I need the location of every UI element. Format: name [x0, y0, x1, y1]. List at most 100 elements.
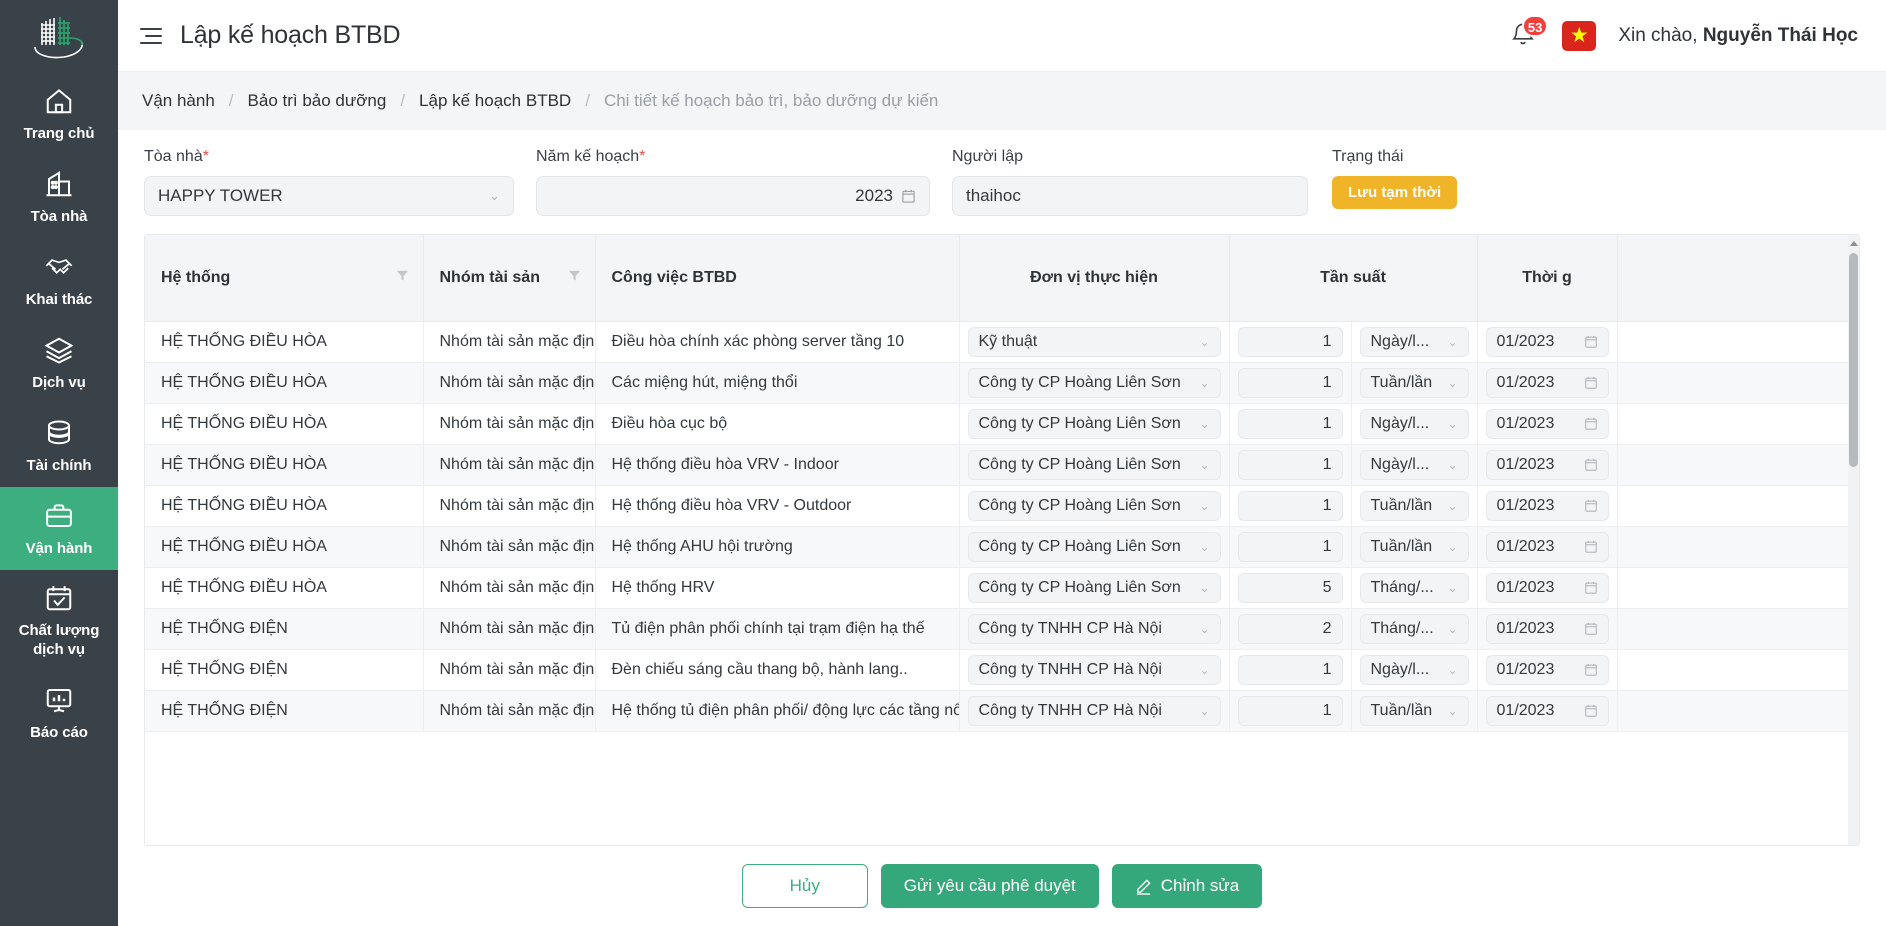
unit-select[interactable]: Công ty CP Hoàng Liên Sơn ⌄ — [967, 367, 1221, 398]
cell-spacer — [1617, 321, 1859, 363]
year-picker[interactable]: 2023 — [536, 176, 930, 216]
col-header-nhom-tai-san[interactable]: Nhóm tài sản — [423, 235, 596, 322]
cell-freq-number: 5 — [1229, 567, 1352, 609]
cell-spacer — [1617, 403, 1859, 445]
submit-approval-button[interactable]: Gửi yêu cầu phê duyệt — [880, 864, 1099, 908]
scroll-up-arrow-icon[interactable] — [1850, 241, 1858, 246]
sidebar-item-chat-luong-dich-vu[interactable]: Chất lượng dịch vụ — [0, 570, 118, 671]
building-logo-icon — [34, 17, 84, 59]
col-header-cong-viec-btbd: Công việc BTBD — [595, 235, 960, 322]
cell-freq-number: 1 — [1229, 362, 1352, 404]
cell-freq-number: 1 — [1229, 649, 1352, 691]
frequency-number-input[interactable]: 1 — [1237, 654, 1343, 685]
unit-select[interactable]: Công ty TNHH CP Hà Nội ⌄ — [967, 654, 1221, 685]
time-picker[interactable]: 01/2023 — [1485, 408, 1609, 439]
language-flag-button[interactable]: ★ — [1562, 20, 1597, 51]
unit-select[interactable]: Công ty CP Hoàng Liên Sơn ⌄ — [967, 490, 1221, 521]
filter-icon[interactable] — [568, 269, 581, 287]
cell-time: 01/2023 — [1477, 690, 1618, 732]
sidebar-item-dich-vu[interactable]: Dịch vụ — [0, 321, 118, 404]
cell-unit: Công ty CP Hoàng Liên Sơn ⌄ — [959, 485, 1230, 527]
time-picker[interactable]: 01/2023 — [1485, 654, 1609, 685]
frequency-number-input[interactable]: 2 — [1237, 613, 1343, 644]
time-picker[interactable]: 01/2023 — [1485, 367, 1609, 398]
frequency-unit-select[interactable]: Tuần/lần ⌄ — [1359, 531, 1469, 562]
frequency-number-input[interactable]: 5 — [1237, 572, 1343, 603]
cell-time: 01/2023 — [1477, 485, 1618, 527]
unit-value: Công ty CP Hoàng Liên Sơn — [978, 455, 1181, 473]
chevron-down-icon: ⌄ — [1199, 580, 1210, 595]
unit-select[interactable]: Công ty CP Hoàng Liên Sơn ⌄ — [967, 572, 1221, 603]
required-mark: * — [639, 148, 646, 165]
sidebar-item-bao-cao[interactable]: Báo cáo — [0, 671, 118, 754]
user-greeting[interactable]: Xin chào, Nguyễn Thái Học — [1618, 25, 1858, 47]
frequency-number-input[interactable]: 1 — [1237, 408, 1343, 439]
unit-select[interactable]: Công ty TNHH CP Hà Nội ⌄ — [967, 613, 1221, 644]
frequency-number-input[interactable]: 1 — [1237, 490, 1343, 521]
frequency-unit-select[interactable]: Ngày/l... ⌄ — [1359, 654, 1469, 685]
cell-unit: Công ty CP Hoàng Liên Sơn ⌄ — [959, 444, 1230, 486]
calendar-check-icon — [44, 583, 74, 613]
frequency-number-input[interactable]: 1 — [1237, 367, 1343, 398]
breadcrumb-item-3: Chi tiết kế hoạch bảo trì, bảo dưỡng dự … — [603, 91, 939, 110]
app-logo[interactable] — [0, 0, 118, 72]
breadcrumb-item-0[interactable]: Vận hành — [142, 91, 215, 111]
time-picker[interactable]: 01/2023 — [1485, 572, 1609, 603]
frequency-unit-select[interactable]: Tuần/lần ⌄ — [1359, 490, 1469, 521]
time-picker[interactable]: 01/2023 — [1485, 695, 1609, 726]
status-badge[interactable]: Lưu tạm thời — [1332, 176, 1458, 209]
frequency-number-input[interactable]: 1 — [1237, 326, 1343, 357]
unit-select[interactable]: Công ty CP Hoàng Liên Sơn ⌄ — [967, 531, 1221, 562]
cell-freq-unit: Tuần/lần ⌄ — [1351, 690, 1478, 732]
time-picker[interactable]: 01/2023 — [1485, 613, 1609, 644]
time-picker[interactable]: 01/2023 — [1485, 449, 1609, 480]
frequency-unit-select[interactable]: Ngày/l... ⌄ — [1359, 408, 1469, 439]
frequency-number-input[interactable]: 1 — [1237, 531, 1343, 562]
col-header-he-thong[interactable]: Hệ thống — [145, 235, 424, 322]
table-vertical-scrollbar[interactable] — [1848, 235, 1859, 845]
sidebar-item-tai-chinh[interactable]: Tài chính — [0, 404, 118, 487]
building-select[interactable]: HAPPY TOWER ⌄ — [144, 176, 514, 216]
frequency-number-input[interactable]: 1 — [1237, 695, 1343, 726]
field-label-creator: Người lập — [952, 148, 1308, 166]
sidebar-item-toa-nha[interactable]: Tòa nhà — [0, 155, 118, 238]
frequency-unit-select[interactable]: Tuần/lần ⌄ — [1359, 695, 1469, 726]
frequency-unit-select[interactable]: Tháng/... ⌄ — [1359, 613, 1469, 644]
unit-select[interactable]: Kỹ thuật ⌄ — [967, 326, 1221, 357]
filter-icon[interactable] — [396, 269, 409, 287]
time-value: 01/2023 — [1496, 619, 1555, 637]
sidebar-item-trang-chu[interactable]: Trang chủ — [0, 72, 118, 155]
col-header-label: Hệ thống — [161, 268, 231, 286]
unit-select[interactable]: Công ty CP Hoàng Liên Sơn ⌄ — [967, 449, 1221, 480]
col-header-don-vi-thuc-hien: Đơn vị thực hiện — [959, 235, 1230, 322]
frequency-unit-select[interactable]: Ngày/l... ⌄ — [1359, 449, 1469, 480]
frequency-number-input[interactable]: 1 — [1237, 449, 1343, 480]
time-picker[interactable]: 01/2023 — [1485, 326, 1609, 357]
plan-table: Hệ thống Nhóm tài sản Công việc BTBD Đơn… — [145, 235, 1859, 732]
time-value: 01/2023 — [1496, 660, 1555, 678]
hamburger-icon[interactable] — [140, 23, 166, 49]
cell-spacer — [1617, 526, 1859, 568]
table-row: HỆ THỐNG ĐIỆN Nhóm tài sản mặc định Đèn ch… — [145, 649, 1859, 691]
unit-select[interactable]: Công ty CP Hoàng Liên Sơn ⌄ — [967, 408, 1221, 439]
database-icon — [44, 418, 74, 448]
breadcrumb-item-2[interactable]: Lập kế hoạch BTBD — [419, 91, 571, 111]
cancel-button[interactable]: Hủy — [741, 864, 868, 908]
app-root: Trang chủ Tòa nhà Khai thác Dịch vụ Tài — [0, 0, 1886, 926]
edit-button[interactable]: Chỉnh sửa — [1111, 864, 1263, 908]
time-picker[interactable]: 01/2023 — [1485, 490, 1609, 521]
creator-input[interactable]: thaihoc — [952, 176, 1308, 216]
scrollbar-thumb[interactable] — [1849, 253, 1858, 467]
unit-select[interactable]: Công ty TNHH CP Hà Nội ⌄ — [967, 695, 1221, 726]
sidebar-item-khai-thac[interactable]: Khai thác — [0, 238, 118, 321]
sidebar-item-van-hanh[interactable]: Vận hành — [0, 487, 118, 570]
frequency-unit-select[interactable]: Tuần/lần ⌄ — [1359, 367, 1469, 398]
unit-value: Công ty CP Hoàng Liên Sơn — [978, 537, 1181, 555]
building-icon — [44, 169, 74, 199]
time-picker[interactable]: 01/2023 — [1485, 531, 1609, 562]
cell-time: 01/2023 — [1477, 649, 1618, 691]
frequency-unit-select[interactable]: Tháng/... ⌄ — [1359, 572, 1469, 603]
breadcrumb-item-1[interactable]: Bảo trì bảo dưỡng — [248, 91, 387, 111]
notification-bell-button[interactable]: 53 — [1510, 14, 1549, 53]
frequency-unit-select[interactable]: Ngày/l... ⌄ — [1359, 326, 1469, 357]
